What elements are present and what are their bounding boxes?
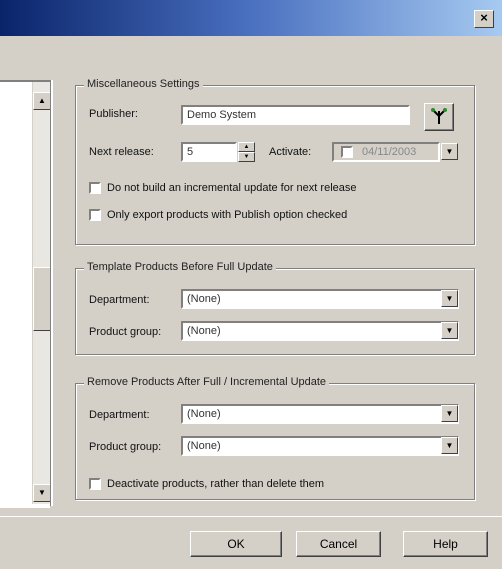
activate-label: Activate:	[269, 146, 312, 158]
template-department-select[interactable]: (None)	[181, 289, 459, 309]
remove-department-label: Department:	[89, 409, 150, 421]
next-release-spinner[interactable]: ▲ ▼	[238, 142, 255, 162]
next-release-label: Next release:	[89, 146, 154, 158]
publish-only-checkbox[interactable]	[89, 209, 101, 221]
no-incremental-label: Do not build an incremental update for n…	[107, 182, 357, 194]
remove-department-select[interactable]: (None)	[181, 404, 459, 424]
list-scrollbar[interactable]: ▲ ▼	[32, 82, 51, 504]
remove-product-group-label: Product group:	[89, 441, 162, 453]
deactivate-label: Deactivate products, rather than delete …	[107, 478, 325, 490]
activate-dropdown-icon[interactable]: ▼	[441, 143, 458, 160]
remove-products-legend: Remove Products After Full / Incremental…	[84, 376, 330, 388]
template-department-dropdown-icon[interactable]: ▼	[441, 290, 458, 307]
help-button[interactable]: Help	[403, 531, 488, 557]
remove-product-group-dropdown-icon[interactable]: ▼	[441, 437, 458, 454]
spin-up-icon[interactable]: ▲	[238, 142, 255, 152]
publisher-field[interactable]: Demo System	[181, 105, 410, 125]
remove-department-dropdown-icon[interactable]: ▼	[441, 405, 458, 422]
deactivate-checkbox[interactable]	[89, 478, 101, 490]
scroll-thumb[interactable]	[33, 267, 51, 331]
template-product-group-select[interactable]: (None)	[181, 321, 459, 341]
tree-icon	[431, 108, 447, 124]
cancel-button[interactable]: Cancel	[296, 531, 381, 557]
scroll-down-icon[interactable]: ▼	[33, 484, 51, 502]
spin-down-icon[interactable]: ▼	[238, 152, 255, 162]
ok-button[interactable]: OK	[190, 531, 282, 557]
close-icon[interactable]: ×	[474, 10, 494, 28]
no-incremental-checkbox[interactable]	[89, 182, 101, 194]
next-release-field[interactable]: 5	[181, 142, 237, 162]
activate-checkbox[interactable]	[341, 146, 353, 158]
template-products-group: Template Products Before Full Update	[75, 261, 475, 355]
separator	[0, 516, 502, 517]
publisher-picker-button[interactable]	[424, 103, 454, 131]
publisher-label: Publisher:	[89, 108, 138, 120]
title-bar: ×	[0, 0, 502, 36]
template-department-label: Department:	[89, 294, 150, 306]
template-product-group-label: Product group:	[89, 326, 162, 338]
scroll-up-icon[interactable]: ▲	[33, 92, 51, 110]
template-product-group-dropdown-icon[interactable]: ▼	[441, 322, 458, 339]
remove-product-group-select[interactable]: (None)	[181, 436, 459, 456]
template-products-legend: Template Products Before Full Update	[84, 261, 276, 273]
divider	[50, 80, 53, 506]
publish-only-label: Only export products with Publish option…	[107, 209, 348, 221]
misc-settings-legend: Miscellaneous Settings	[84, 78, 203, 90]
menu-band	[0, 36, 502, 66]
